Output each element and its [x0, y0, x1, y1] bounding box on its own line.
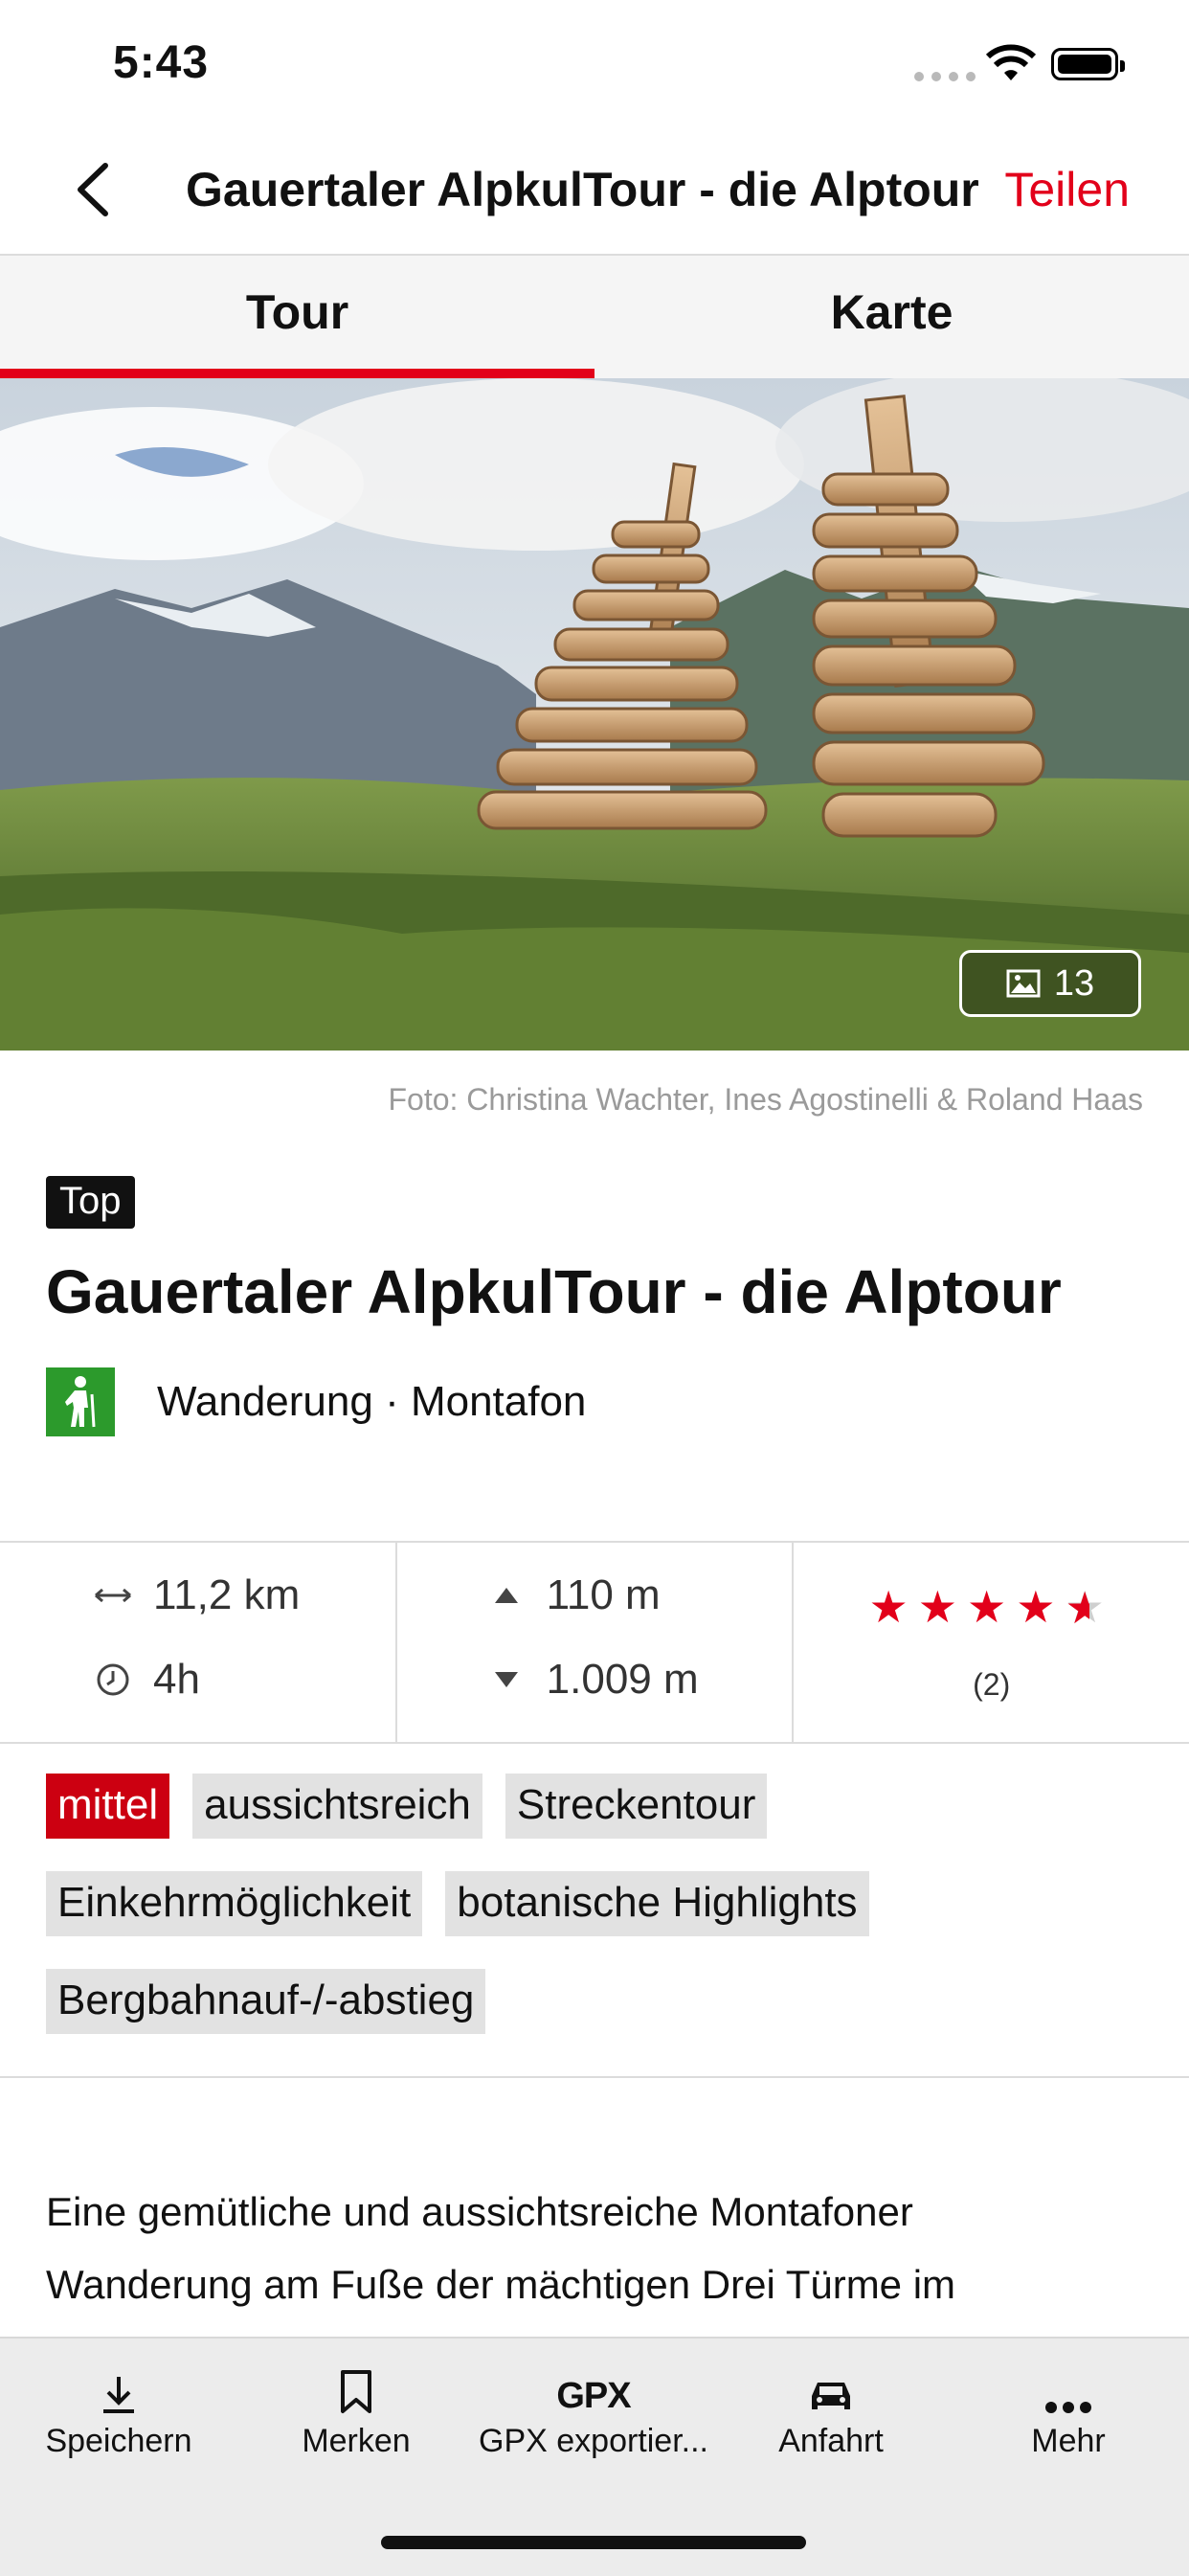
star-icon: ★ [868, 1582, 918, 1632]
tag-row: Einkehrmöglichkeit botanische Highlights [46, 1871, 1147, 1936]
half-star-icon: ★★ [1065, 1582, 1114, 1633]
tag-list: mittel aussichtsreich Streckentour Einke… [46, 1774, 1147, 2067]
descent-row: 1.009 m [485, 1656, 699, 1704]
tab-bar: Tour Karte [0, 256, 1189, 378]
page-title: Gauertaler AlpkulTour - die Alptour [46, 1257, 1062, 1326]
rating-stars: ★★★★★★ [794, 1581, 1189, 1633]
rating-count: (2) [973, 1667, 1011, 1702]
tag: Einkehrmöglichkeit [46, 1871, 423, 1936]
tag: aussichtsreich [192, 1774, 482, 1839]
hiking-icon [46, 1367, 115, 1436]
save-offline-button[interactable]: Speichern [0, 2358, 237, 2460]
more-label: Mehr [1031, 2423, 1106, 2459]
share-button[interactable]: Teilen [1004, 162, 1130, 217]
tab-tour[interactable]: Tour [0, 256, 594, 378]
wifi-icon [986, 44, 1036, 80]
divider [0, 2076, 1189, 2078]
clock-icon [92, 1662, 134, 1697]
tag-row: mittel aussichtsreich Streckentour [46, 1774, 1147, 1839]
duration-value: 4h [153, 1656, 200, 1703]
photo-credit: Foto: Christina Wachter, Ines Agostinell… [388, 1082, 1143, 1117]
photo-count-value: 13 [1053, 962, 1095, 1004]
back-chevron-icon[interactable] [65, 156, 123, 223]
nav-title: Gauertaler AlpkulTour - die Alptour [186, 163, 979, 216]
tag: Streckentour [505, 1774, 768, 1839]
photo-count-button[interactable]: 13 [959, 950, 1141, 1017]
status-bar: 5:43 [0, 0, 1189, 129]
triangle-up-icon [485, 1586, 527, 1605]
gpx-export-label: GPX exportier... [479, 2423, 708, 2459]
ascent-value: 110 m [546, 1571, 661, 1618]
gpx-export-button[interactable]: GPX GPX exportier... [475, 2358, 712, 2460]
directions-label: Anfahrt [778, 2423, 884, 2459]
download-icon [103, 2377, 134, 2413]
directions-button[interactable]: Anfahrt [712, 2358, 950, 2460]
description-line: Eine gemütliche und aussichtsreiche Mont… [46, 2189, 913, 2234]
battery-icon [1051, 48, 1125, 80]
tag-difficulty: mittel [46, 1774, 170, 1839]
tag-row: Bergbahnauf-/-abstieg [46, 1969, 1147, 2034]
navigation-bar: Gauertaler AlpkulTour - die Alptour Teil… [0, 129, 1189, 256]
car-icon [812, 2383, 850, 2409]
triangle-down-icon [485, 1670, 527, 1689]
category-label: Wanderung · Montafon [157, 1378, 587, 1425]
cellular-signal-icon [914, 72, 976, 81]
top-badge: Top [46, 1176, 135, 1229]
gpx-icon: GPX [556, 2376, 631, 2416]
tag: botanische Highlights [445, 1871, 869, 1936]
stats-elevation: 110 m 1.009 m [397, 1543, 795, 1742]
home-indicator[interactable] [381, 2536, 806, 2549]
tour-stats: 11,2 km 4h 110 m 1.009 m ★★★★★★ (2) [0, 1541, 1189, 1744]
star-icon: ★ [1016, 1582, 1066, 1632]
save-offline-label: Speichern [45, 2423, 192, 2459]
description: Eine gemütliche und aussichtsreiche Mont… [46, 2176, 1147, 2321]
tag: Bergbahnauf-/-abstieg [46, 1969, 486, 2034]
bookmark-icon [341, 2370, 371, 2413]
bookmark-label: Merken [302, 2423, 411, 2459]
stats-rating[interactable]: ★★★★★★ (2) [794, 1543, 1189, 1742]
star-icon: ★ [917, 1582, 968, 1632]
status-time: 5:43 [113, 37, 210, 88]
hero-photo[interactable]: 13 [0, 378, 1189, 1051]
image-icon [1006, 969, 1041, 998]
bookmark-button[interactable]: Merken [237, 2358, 475, 2460]
more-button[interactable]: Mehr [950, 2358, 1187, 2460]
stats-distance-duration: 11,2 km 4h [0, 1543, 397, 1742]
star-icon: ★ [967, 1582, 1017, 1632]
distance-value: 11,2 km [153, 1571, 301, 1618]
category-row: Wanderung · Montafon [46, 1367, 586, 1436]
tab-map[interactable]: Karte [594, 256, 1189, 378]
more-dots-icon [1045, 2402, 1091, 2413]
distance-arrows-icon [92, 1586, 134, 1605]
description-line: Wanderung am Fuße der mächtigen Drei Tür… [46, 2262, 956, 2307]
duration-row: 4h [92, 1656, 200, 1704]
ascent-row: 110 m [485, 1571, 661, 1619]
distance-row: 11,2 km [92, 1571, 300, 1619]
descent-value: 1.009 m [546, 1656, 699, 1703]
